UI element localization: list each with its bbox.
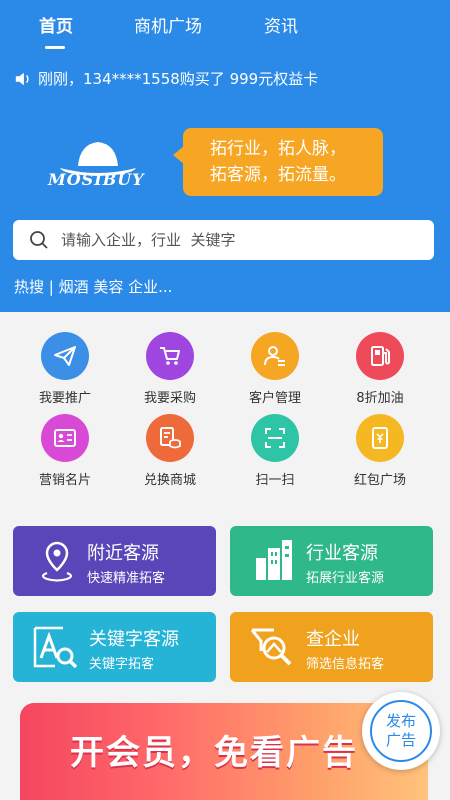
- header: 首页 商机广场 资讯 刚刚，134****1558购买了 999元权益卡 MOS…: [0, 0, 450, 312]
- publish-ad-line-1: 发布: [385, 712, 416, 730]
- publish-ad-button-inner: 发布 广告: [370, 700, 432, 762]
- grid-item-label: 我要采购: [143, 391, 196, 406]
- slogan-line-1: 拓行业，拓人脉，: [210, 139, 346, 159]
- card-subtitle: 筛选信息拓客: [306, 657, 385, 672]
- card-subtitle: 拓展行业客源: [306, 571, 385, 586]
- card-nearby-customers[interactable]: 附近客源 快速精准拓客: [13, 526, 216, 596]
- search-icon: [30, 231, 48, 249]
- search-bar[interactable]: [13, 220, 434, 260]
- purchase-ticker: 刚刚，134****1558购买了 999元权益卡: [14, 68, 318, 89]
- red-packet-icon: [356, 414, 404, 462]
- card-title: 查企业: [306, 629, 360, 650]
- hot-search[interactable]: 热搜 | 烟酒 美容 企业...: [14, 276, 172, 297]
- grid-item-promote[interactable]: 我要推广: [15, 332, 115, 406]
- publish-ad-button[interactable]: 发布 广告: [362, 692, 440, 770]
- grid-item-customers[interactable]: 客户管理: [225, 332, 325, 406]
- card-industry-customers[interactable]: 行业客源 拓展行业客源: [230, 526, 433, 596]
- grid-item-label: 兑换商城: [143, 473, 196, 488]
- filter-search-icon: [250, 628, 292, 666]
- shopping-cart-icon: [146, 332, 194, 380]
- paper-plane-icon: [41, 332, 89, 380]
- logo-text: MOSIBUY: [48, 170, 145, 189]
- grid-item-fuel[interactable]: 8折加油: [330, 332, 430, 406]
- card-search-company[interactable]: 查企业 筛选信息拓客: [230, 612, 433, 682]
- ticker-text: 刚刚，134****1558购买了 999元权益卡: [38, 70, 319, 88]
- grid-item-mall[interactable]: 兑换商城: [120, 414, 220, 488]
- grid-item-label: 客户管理: [248, 391, 301, 406]
- grid-item-label: 扫一扫: [255, 473, 295, 488]
- card-subtitle: 关键字拓客: [89, 657, 155, 672]
- coins-icon: [146, 414, 194, 462]
- keyword-search-icon: [33, 626, 78, 669]
- tab-business-square[interactable]: 商机广场: [134, 12, 202, 37]
- active-tab-indicator: [45, 46, 65, 49]
- grid-item-label: 营销名片: [38, 473, 91, 488]
- grid-item-scan[interactable]: 扫一扫: [225, 414, 325, 488]
- card-title: 行业客源: [306, 543, 378, 564]
- buildings-icon: [256, 540, 292, 580]
- top-tabs: 首页 商机广场 资讯: [0, 12, 450, 52]
- publish-ad-line-2: 广告: [385, 731, 416, 749]
- tab-news[interactable]: 资讯: [264, 12, 298, 37]
- slogan-bubble: 拓行业，拓人脉， 拓客源，拓流量。: [173, 128, 383, 196]
- card-subtitle: 快速精准拓客: [87, 571, 166, 586]
- grid-item-purchase[interactable]: 我要采购: [120, 332, 220, 406]
- card-keyword-customers[interactable]: 关键字客源 关键字拓客: [13, 612, 216, 682]
- grid-item-red-packet[interactable]: 红包广场: [330, 414, 430, 488]
- grid-item-label: 8折加油: [356, 391, 404, 406]
- search-input[interactable]: [61, 231, 401, 249]
- grid-item-label: 我要推广: [38, 391, 91, 406]
- fuel-pump-icon: [356, 332, 404, 380]
- card-title: 附近客源: [87, 543, 159, 564]
- banner-text: 开会员，免看广告: [70, 733, 358, 773]
- speaker-icon: [15, 72, 29, 85]
- grid-item-label: 红包广场: [353, 473, 406, 488]
- customer-icon: [251, 332, 299, 380]
- scan-icon: [251, 414, 299, 462]
- location-pin-icon: [41, 541, 73, 582]
- grid-item-card[interactable]: 营销名片: [15, 414, 115, 488]
- slogan-line-2: 拓客源，拓流量。: [210, 165, 346, 185]
- tab-home[interactable]: 首页: [39, 12, 73, 37]
- card-title: 关键字客源: [89, 629, 179, 650]
- business-card-icon: [41, 414, 89, 462]
